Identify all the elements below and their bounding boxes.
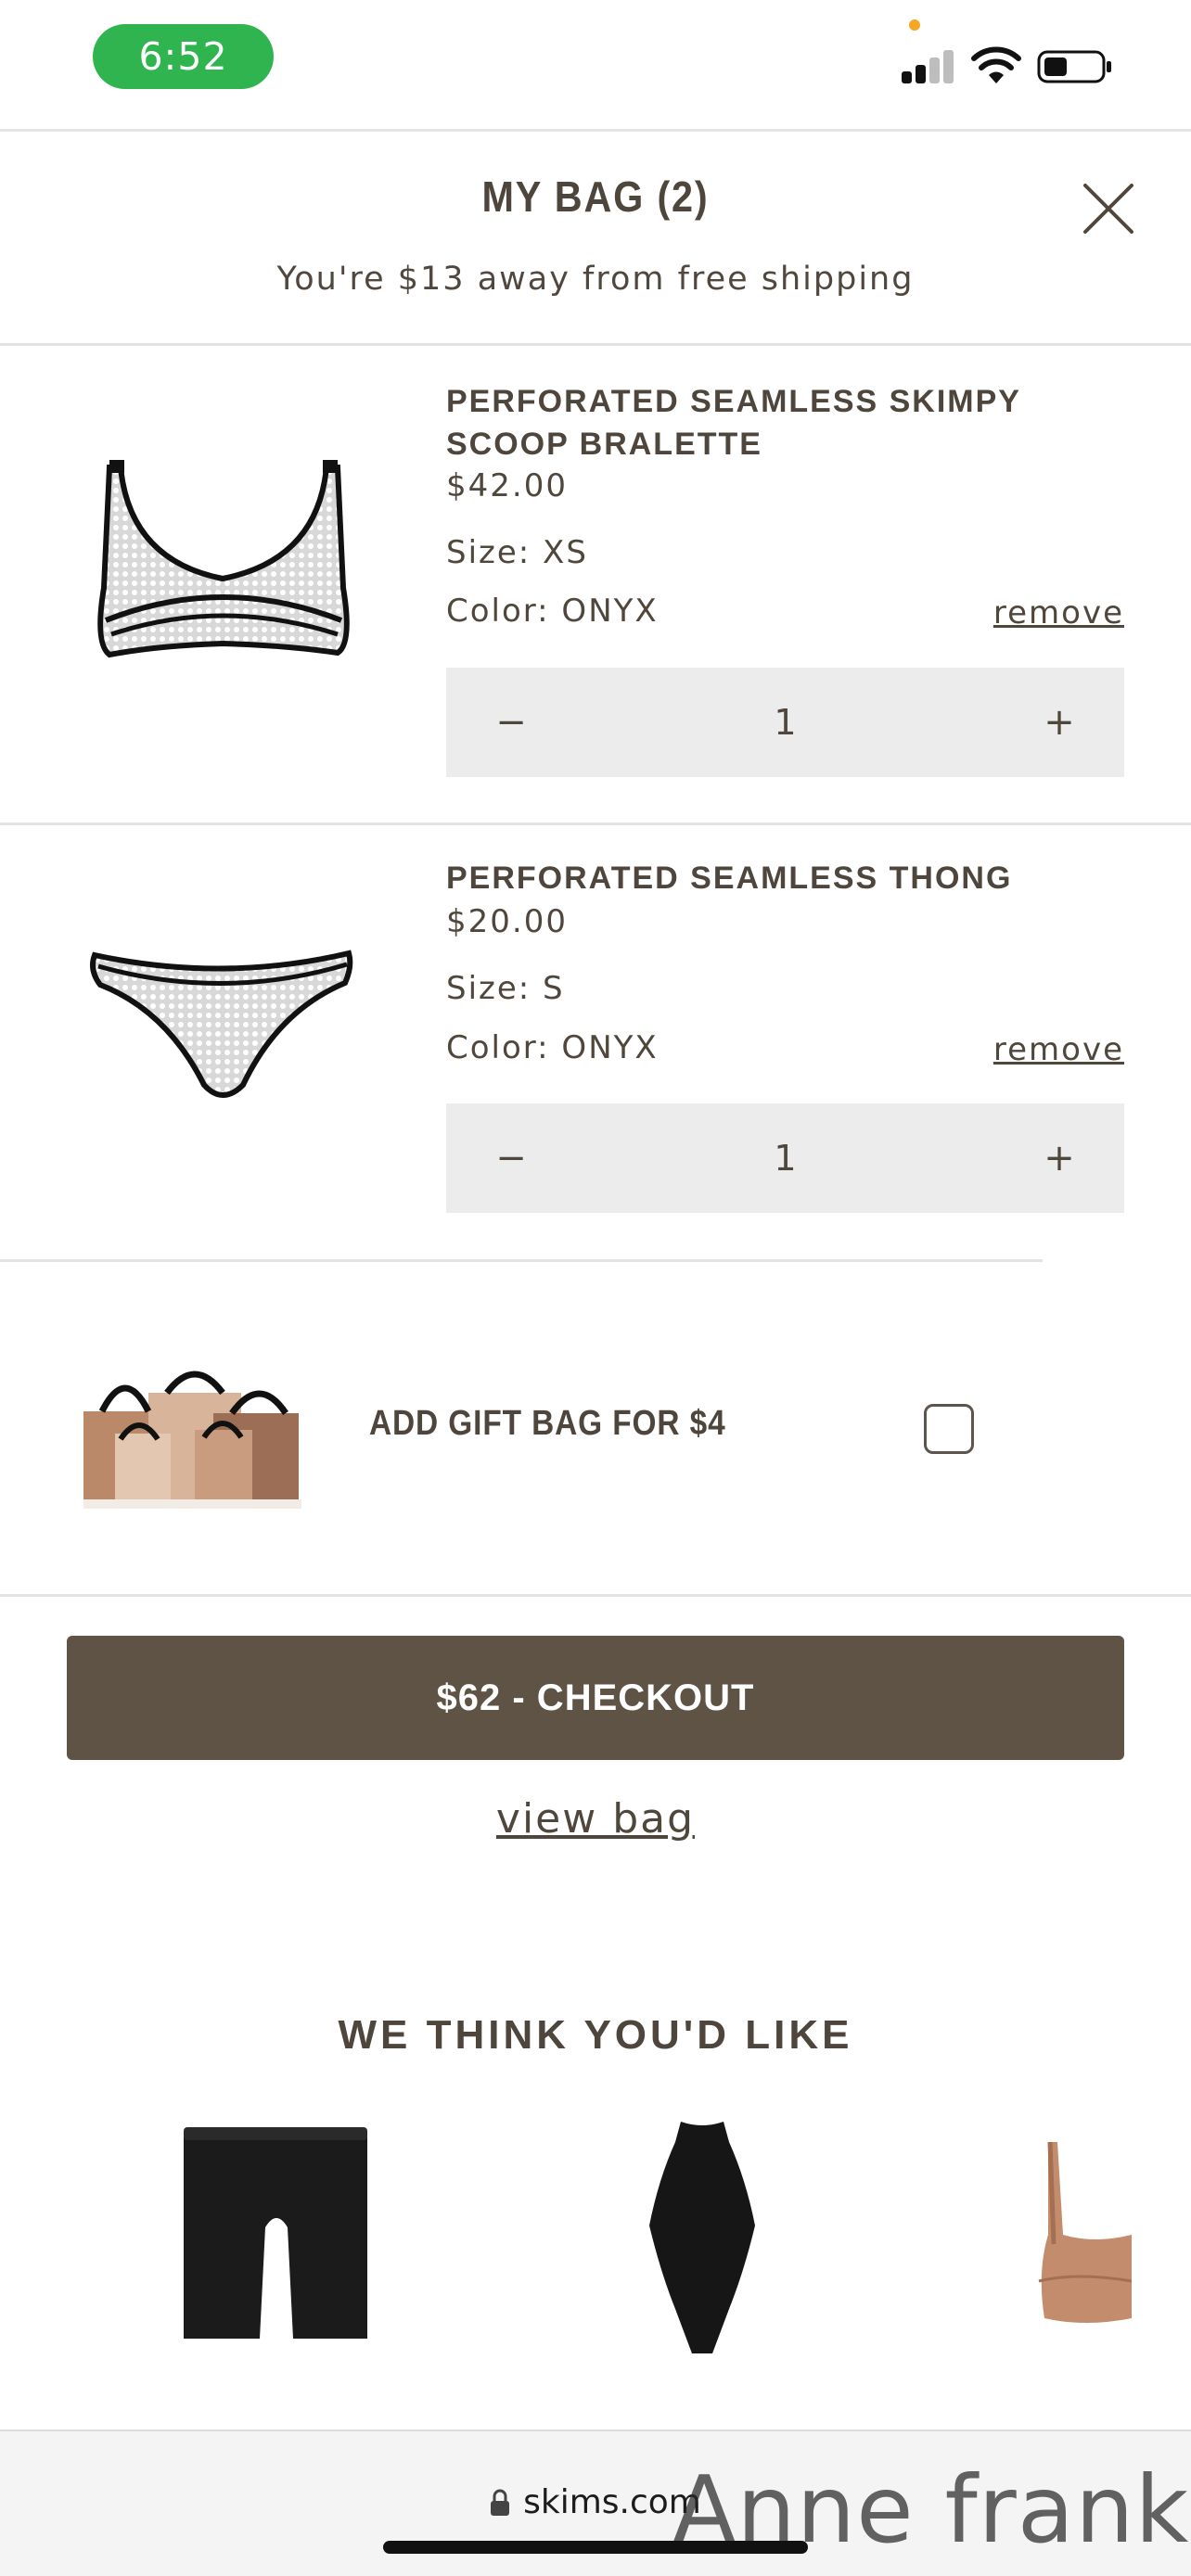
bag-title: MY BAG (2) — [481, 172, 710, 221]
wifi-icon — [971, 46, 1021, 83]
gift-bag-checkbox[interactable] — [924, 1404, 974, 1454]
recommended-shorts-image[interactable] — [174, 2107, 378, 2339]
gift-bag-row: ADD GIFT BAG FOR $4 — [0, 1263, 1191, 1597]
item-name[interactable]: PERFORATED SEAMLESS SKIMPY SCOOP BRALETT… — [446, 380, 1077, 465]
recommended-bra-image[interactable] — [1020, 2133, 1132, 2346]
decrease-quantity-button[interactable]: − — [483, 695, 539, 750]
quantity-value: 1 — [774, 1138, 797, 1179]
privacy-indicator-dot — [909, 19, 920, 31]
gift-bag-image — [83, 1371, 301, 1509]
remove-item-link[interactable]: remove — [993, 1031, 1124, 1068]
recommendations-title: WE THINK YOU'D LIKE — [338, 2012, 853, 2058]
item-color: Color: ONYX — [446, 1029, 659, 1066]
item-size: Size: XS — [446, 534, 588, 571]
quantity-stepper: − 1 + — [446, 668, 1124, 777]
item-color: Color: ONYX — [446, 593, 659, 630]
bag-item: PERFORATED SEAMLESS THONG $20.00 Size: S… — [0, 825, 1191, 1261]
item-name[interactable]: PERFORATED SEAMLESS THONG — [446, 857, 1077, 899]
status-bar: 6:52 — [0, 0, 1191, 132]
checkout-button[interactable]: $62 - CHECKOUT — [67, 1636, 1124, 1760]
item-price: $20.00 — [446, 903, 568, 940]
battery-icon — [1037, 50, 1111, 83]
free-shipping-message: You're $13 away from free shipping — [276, 261, 915, 298]
quantity-value: 1 — [774, 702, 797, 743]
gift-bag-label: ADD GIFT BAG FOR $4 — [369, 1404, 726, 1443]
bralette-product-image[interactable] — [74, 449, 371, 727]
increase-quantity-button[interactable]: + — [1031, 1130, 1087, 1186]
bag-header: MY BAG (2) You're $13 away from free shi… — [0, 134, 1191, 346]
thong-product-image[interactable] — [74, 862, 371, 1141]
cellular-signal-icon — [902, 48, 957, 83]
increase-quantity-button[interactable]: + — [1031, 695, 1087, 750]
item-price: $42.00 — [446, 467, 568, 504]
recommended-bodysuit-image[interactable] — [633, 2114, 772, 2365]
status-time: 6:52 — [93, 24, 274, 89]
bag-item: PERFORATED SEAMLESS SKIMPY SCOOP BRALETT… — [0, 349, 1191, 825]
item-size: Size: S — [446, 970, 565, 1007]
quantity-stepper: − 1 + — [446, 1103, 1124, 1213]
decrease-quantity-button[interactable]: − — [483, 1130, 539, 1186]
view-bag-link[interactable]: view bag — [0, 1795, 1191, 1843]
remove-item-link[interactable]: remove — [993, 594, 1124, 631]
home-indicator[interactable] — [383, 2541, 808, 2554]
divider — [0, 1259, 1043, 1262]
close-icon[interactable] — [1076, 176, 1141, 241]
lock-icon — [491, 2489, 510, 2516]
